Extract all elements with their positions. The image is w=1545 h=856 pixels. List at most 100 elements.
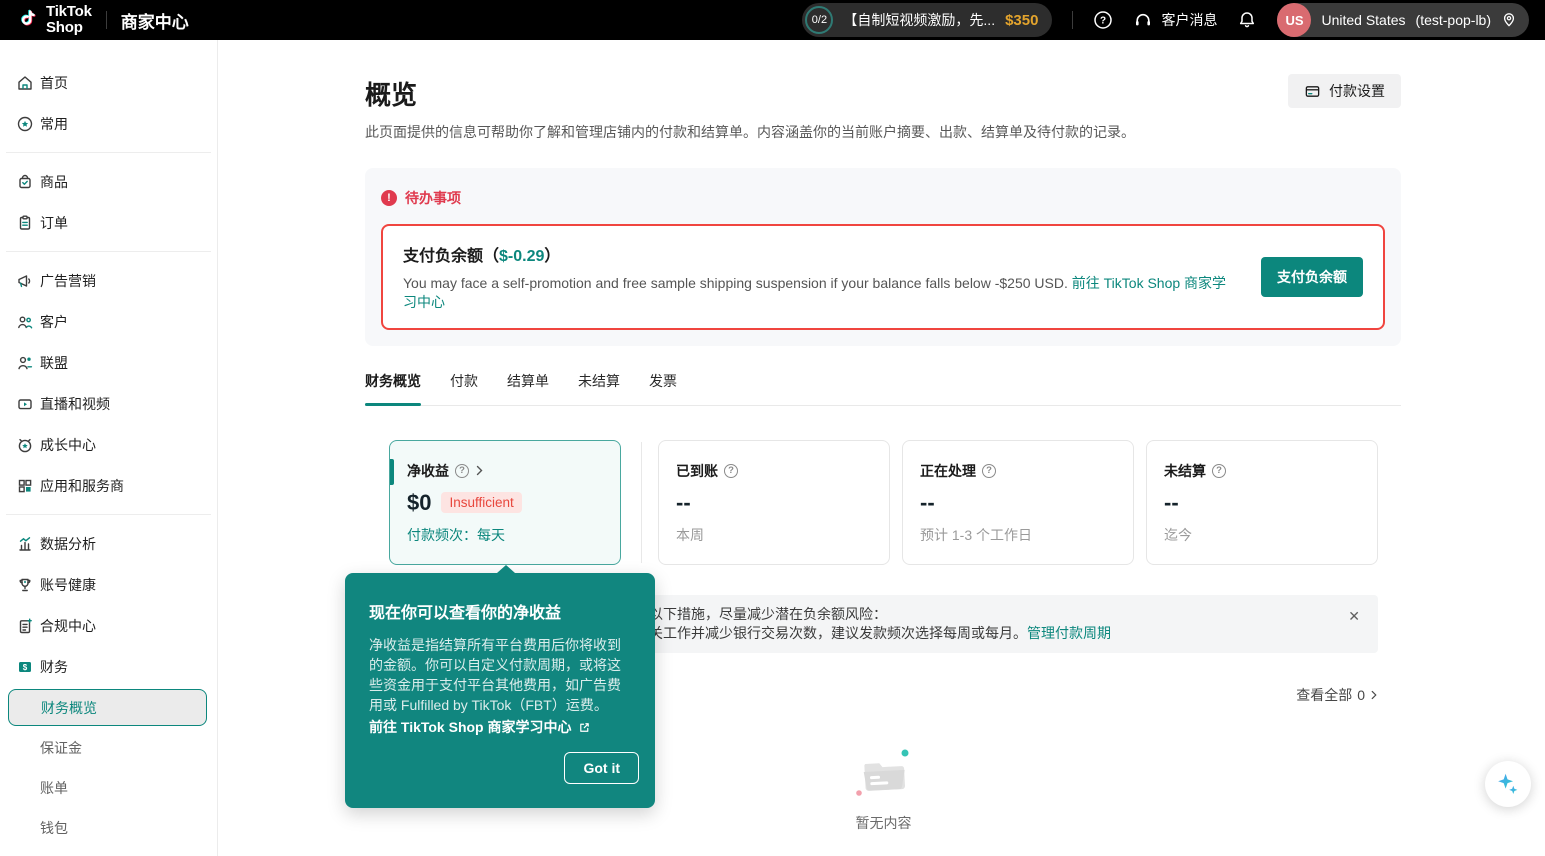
bell-icon bbox=[1237, 10, 1257, 30]
header-divider bbox=[1072, 11, 1073, 29]
sidebar-item-label: 财务 bbox=[40, 657, 68, 677]
notifications-button[interactable] bbox=[1237, 10, 1257, 30]
tab-unsettled[interactable]: 未结算 bbox=[578, 371, 620, 405]
pay-negative-balance-button[interactable]: 支付负余额 bbox=[1261, 257, 1363, 297]
home-icon bbox=[16, 74, 34, 92]
card-title: 正在处理 bbox=[920, 461, 976, 481]
tooltip-title: 现在你可以查看你的净收益 bbox=[369, 599, 631, 623]
card-footer: 本周 bbox=[676, 525, 872, 545]
account-switcher[interactable]: US United States (test-pop-lb) bbox=[1277, 3, 1529, 37]
sidebar-item-growth-center[interactable]: 成长中心 bbox=[0, 424, 217, 465]
tiktok-shop-logo[interactable]: TikTok Shop bbox=[16, 4, 92, 36]
net-earnings-tooltip: 现在你可以查看你的净收益 净收益是指结算所有平台费用后你将收到的金额。你可以自定… bbox=[345, 573, 655, 808]
paid-card: 已到账 ? -- 本周 bbox=[658, 440, 890, 565]
payment-settings-button[interactable]: 付款设置 bbox=[1288, 74, 1401, 108]
customer-messages-button[interactable]: 客户消息 bbox=[1133, 10, 1217, 30]
sidebar-divider bbox=[6, 251, 211, 252]
promo-amount: $350 bbox=[1005, 12, 1038, 29]
manage-payment-cycle-link[interactable]: 管理付款周期 bbox=[1027, 625, 1111, 641]
negative-balance-amount: $-0.29 bbox=[499, 248, 544, 265]
megaphone-icon bbox=[16, 272, 34, 290]
tab-statements[interactable]: 结算单 bbox=[507, 371, 549, 405]
sidebar-item-finance[interactable]: $ 财务 bbox=[0, 646, 217, 687]
sidebar-item-label: 账号健康 bbox=[40, 575, 96, 595]
sidebar-item-products[interactable]: 商品 bbox=[0, 161, 217, 202]
sidebar-item-apps-services[interactable]: 应用和服务商 bbox=[0, 465, 217, 506]
promo-progress-badge: 0/2 bbox=[805, 6, 833, 34]
cards-divider bbox=[641, 442, 642, 563]
sidebar-item-bills[interactable]: 账单 bbox=[0, 768, 217, 808]
alert-exclamation-icon: ! bbox=[381, 190, 397, 206]
headset-icon bbox=[1133, 10, 1153, 30]
card-accent-bar bbox=[390, 459, 394, 485]
sidebar-item-affiliate[interactable]: 联盟 bbox=[0, 342, 217, 383]
help-button[interactable]: ? bbox=[1093, 10, 1113, 30]
negative-balance-title: 支付负余额（$-0.29） bbox=[403, 242, 1237, 266]
close-icon[interactable]: ✕ bbox=[1348, 609, 1360, 623]
svg-text:$: $ bbox=[23, 662, 28, 671]
question-icon[interactable]: ? bbox=[982, 464, 996, 478]
todo-section-title: 待办事项 bbox=[405, 188, 461, 208]
tooltip-arrow bbox=[497, 565, 515, 573]
sidebar-item-home[interactable]: 首页 bbox=[0, 62, 217, 103]
notice-line1: 采取以下措施，尽量减少潜在负余额风险： bbox=[621, 605, 1334, 624]
sidebar-item-label: 常用 bbox=[40, 114, 68, 134]
payment-settings-label: 付款设置 bbox=[1329, 81, 1385, 101]
promo-label: 【自制短视频激励，先... bbox=[843, 10, 995, 30]
sidebar-nav: 首页 常用 商品 订单 bbox=[0, 40, 218, 856]
sidebar-item-marketing[interactable]: 广告营销 bbox=[0, 260, 217, 301]
analytics-chart-icon bbox=[16, 535, 34, 553]
tooltip-academy-link[interactable]: 前往 TikTok Shop 商家学习中心 bbox=[369, 717, 631, 737]
got-it-button[interactable]: Got it bbox=[564, 752, 639, 784]
sidebar-item-wallet[interactable]: 钱包 bbox=[0, 808, 217, 848]
sparkle-icon bbox=[1496, 772, 1520, 796]
sidebar-item-live-video[interactable]: 直播和视频 bbox=[0, 383, 217, 424]
sidebar-item-finance-overview[interactable]: 财务概览 bbox=[8, 689, 207, 726]
sidebar-subitem-label: 账单 bbox=[40, 778, 68, 798]
page-description: 此页面提供的信息可帮助你了解和管理店铺内的付款和结算单。内容涵盖你的当前账户摘要… bbox=[365, 122, 1401, 142]
sidebar-item-frequent[interactable]: 常用 bbox=[0, 103, 217, 144]
customers-icon bbox=[16, 313, 34, 331]
sidebar-item-account-health[interactable]: 账号健康 bbox=[0, 564, 217, 605]
account-region: United States bbox=[1321, 12, 1405, 28]
sidebar-item-label: 商品 bbox=[40, 172, 68, 192]
sidebar-item-label: 客户 bbox=[40, 312, 68, 332]
growth-center-icon bbox=[16, 436, 34, 454]
svg-text:?: ? bbox=[1100, 16, 1106, 27]
assistant-fab[interactable] bbox=[1485, 761, 1531, 807]
help-icon: ? bbox=[1093, 10, 1113, 30]
view-all-link[interactable]: 查看全部 0 bbox=[1296, 685, 1378, 705]
question-icon[interactable]: ? bbox=[1212, 464, 1226, 478]
processing-card: 正在处理 ? -- 预计 1-3 个工作日 bbox=[902, 440, 1134, 565]
top-header: TikTok Shop 商家中心 0/2 【自制短视频激励，先... $350 … bbox=[0, 0, 1545, 40]
tab-invoices[interactable]: 发票 bbox=[649, 371, 677, 405]
sidebar-item-deposit[interactable]: 保证金 bbox=[0, 728, 217, 768]
unsettled-card: 未结算 ? -- 迄今 bbox=[1146, 440, 1378, 565]
apps-grid-icon bbox=[16, 477, 34, 495]
clipboard-icon bbox=[16, 214, 34, 232]
question-icon[interactable]: ? bbox=[455, 464, 469, 478]
sidebar-item-orders[interactable]: 订单 bbox=[0, 202, 217, 243]
card-value: -- bbox=[676, 490, 691, 516]
empty-folder-icon bbox=[855, 747, 913, 799]
location-pin-icon bbox=[1501, 12, 1517, 28]
sidebar-item-label: 应用和服务商 bbox=[40, 476, 124, 496]
header-divider bbox=[106, 11, 107, 29]
promo-banner[interactable]: 0/2 【自制短视频激励，先... $350 bbox=[802, 3, 1052, 37]
sidebar-divider bbox=[6, 514, 211, 515]
compliance-doc-icon bbox=[16, 617, 34, 635]
sidebar-item-analytics[interactable]: 数据分析 bbox=[0, 523, 217, 564]
sidebar-item-compliance[interactable]: 合规中心 bbox=[0, 605, 217, 646]
question-icon[interactable]: ? bbox=[724, 464, 738, 478]
card-footer: 付款频次：每天 bbox=[407, 525, 603, 545]
tab-finance-overview[interactable]: 财务概览 bbox=[365, 371, 421, 405]
tab-payments[interactable]: 付款 bbox=[450, 371, 478, 405]
brand-text: TikTok Shop bbox=[46, 4, 92, 36]
account-avatar: US bbox=[1277, 3, 1311, 37]
net-earnings-card[interactable]: 净收益 ? $0 Insufficient 付款频次：每天 bbox=[389, 440, 621, 565]
card-value: $0 bbox=[407, 490, 431, 516]
sidebar-item-customers[interactable]: 客户 bbox=[0, 301, 217, 342]
negative-balance-alert: 支付负余额（$-0.29） You may face a self-promot… bbox=[381, 224, 1385, 330]
sidebar-item-label: 联盟 bbox=[40, 353, 68, 373]
card-value: -- bbox=[920, 490, 935, 516]
